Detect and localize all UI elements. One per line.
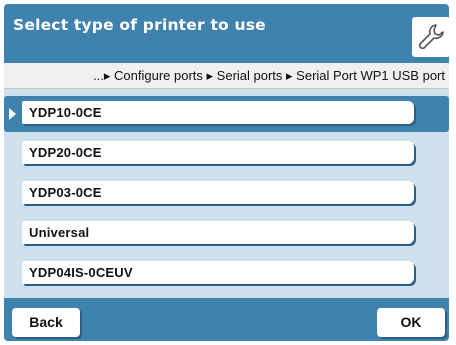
selection-arrow-icon xyxy=(9,108,16,120)
ok-button[interactable]: OK xyxy=(377,308,445,337)
list-item-ydp04is-0ceuv[interactable]: YDP04IS-0CEUV xyxy=(4,256,449,292)
printer-option-button[interactable]: YDP04IS-0CEUV xyxy=(22,261,414,284)
printer-option-button[interactable]: Universal xyxy=(22,221,414,244)
breadcrumb-text: ...▸ Configure ports ▸ Serial ports ▸ Se… xyxy=(93,68,445,83)
header-bar: Select type of printer to use xyxy=(4,4,450,63)
page-title: Select type of printer to use xyxy=(13,16,266,34)
breadcrumb: ...▸ Configure ports ▸ Serial ports ▸ Se… xyxy=(4,63,449,89)
printer-option-button[interactable]: YDP20-0CE xyxy=(22,141,414,164)
printer-option-button[interactable]: YDP10-0CE xyxy=(22,101,414,124)
printer-option-button[interactable]: YDP03-0CE xyxy=(22,181,414,204)
list-item-universal[interactable]: Universal xyxy=(4,216,449,252)
back-button[interactable]: Back xyxy=(12,308,80,337)
wrench-icon xyxy=(418,24,444,50)
settings-button[interactable] xyxy=(412,17,450,57)
list-item-ydp10-0ce[interactable]: YDP10-0CE xyxy=(4,96,449,132)
list-item-ydp20-0ce[interactable]: YDP20-0CE xyxy=(4,136,449,172)
printer-list: YDP10-0CE YDP20-0CE YDP03-0CE Universal … xyxy=(4,89,449,298)
printer-selection-screen: Select type of printer to use ...▸ Confi… xyxy=(0,0,456,345)
list-item-ydp03-0ce[interactable]: YDP03-0CE xyxy=(4,176,449,212)
footer-bar: Back OK xyxy=(4,298,449,341)
